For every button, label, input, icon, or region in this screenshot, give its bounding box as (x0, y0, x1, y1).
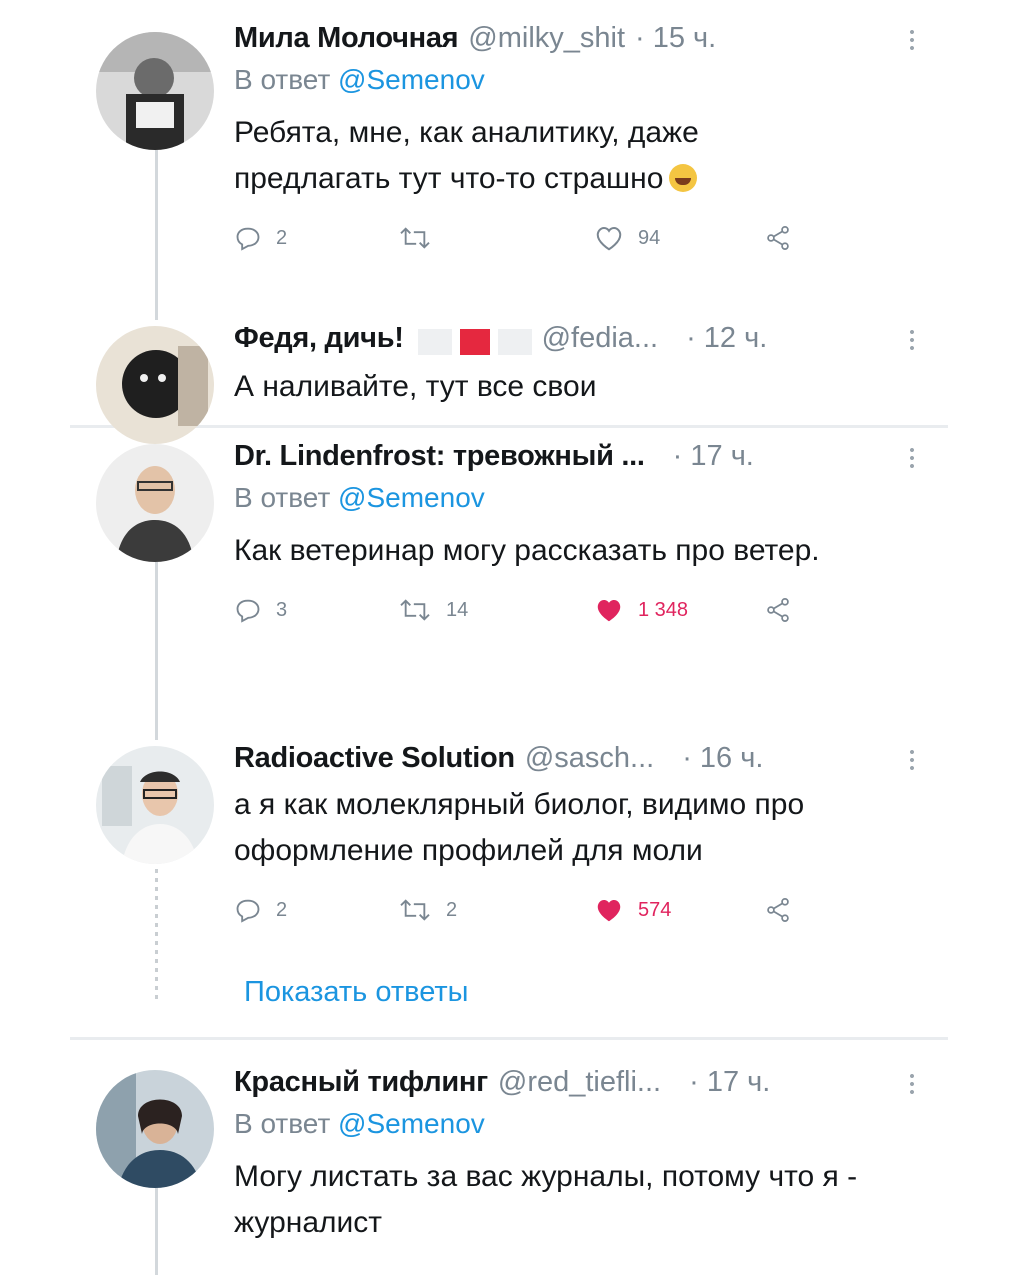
reply-icon (236, 227, 260, 251)
tweet[interactable]: Красный тифлинг @red_tiefli... · 17 ч. В… (96, 1066, 916, 1266)
reply-count: 3 (276, 598, 288, 621)
retweet-icon (400, 227, 430, 249)
reply-mention[interactable]: @Semenov (338, 1108, 485, 1139)
heart-icon (597, 900, 621, 922)
author-name[interactable]: Dr. Lindenfrost: тревожный ... (234, 440, 645, 473)
timestamp[interactable]: · 12 ч. (686, 322, 767, 355)
heart-icon (596, 226, 622, 251)
author-handle[interactable]: @sasch... (525, 742, 654, 775)
like-count: 574 (638, 898, 672, 921)
reply-button[interactable]: 3 (234, 596, 287, 624)
more-vertical-icon[interactable] (910, 1072, 914, 1096)
tweet-content: Radioactive Solution @sasch... · 16 ч. а… (234, 742, 916, 936)
show-replies-link[interactable]: Показать ответы (244, 976, 468, 1009)
retweet-count: 2 (446, 898, 458, 921)
like-count: 94 (638, 226, 661, 249)
tweet-actions: 2 94 (234, 224, 916, 264)
avatar[interactable] (96, 1070, 214, 1188)
more-vertical-icon[interactable] (910, 328, 914, 352)
share-icon (767, 598, 789, 622)
tweet-text-body: Ребята, мне, как аналитику, даже предлаг… (234, 116, 699, 195)
tweet-text: А наливайте, тут все свои (234, 370, 597, 403)
tweet-content: Красный тифлинг @red_tiefli... · 17 ч. В… (234, 1066, 916, 1246)
timestamp[interactable]: · 17 ч. (689, 1066, 770, 1099)
retweet-icon (400, 599, 430, 621)
face-with-tears-of-joy-icon (669, 164, 698, 192)
name-badges (417, 329, 532, 355)
tweet-actions: 2 2 574 (234, 896, 916, 936)
timestamp[interactable]: · 17 ч. (673, 440, 754, 473)
reply-label: В ответ (234, 64, 331, 95)
tweet-text: Как ветеринар могу рассказать про ветер. (234, 534, 820, 567)
tweet[interactable]: Федя, дичь! @fedia... · 12 ч. А наливайт… (96, 322, 916, 444)
reply-label: В ответ (234, 482, 331, 513)
tweet-actions: 3 14 1 348 (234, 596, 916, 636)
tweet[interactable]: Мила Молочная @milky_shit · 15 ч. В отве… (96, 22, 916, 312)
like-button[interactable]: 1 348 (594, 596, 688, 624)
avatar[interactable] (96, 444, 214, 562)
reply-label: В ответ (234, 1108, 331, 1139)
timestamp[interactable]: · 15 ч. (635, 22, 716, 55)
reply-icon (236, 599, 260, 623)
author-name[interactable]: Мила Молочная (234, 22, 459, 55)
tweet-content: Федя, дичь! @fedia... · 12 ч. А наливайт… (234, 322, 916, 410)
author-name[interactable]: Федя, дичь! (234, 322, 404, 355)
avatar[interactable] (96, 326, 214, 444)
avatar[interactable] (96, 746, 214, 864)
reply-context: В ответ @Semenov (234, 1108, 916, 1148)
like-count: 1 348 (638, 598, 689, 621)
retweet-button[interactable] (398, 224, 446, 252)
reply-count: 2 (276, 226, 288, 249)
like-button[interactable]: 574 (594, 896, 671, 924)
retweet-icon (400, 899, 430, 921)
share-button[interactable] (764, 224, 792, 252)
author-name[interactable]: Красный тифлинг (234, 1066, 488, 1099)
badge-red (459, 329, 490, 355)
avatar[interactable] (96, 32, 214, 150)
retweet-button[interactable]: 2 (398, 896, 457, 924)
reply-button[interactable]: 2 (234, 896, 287, 924)
tweet-text: а я как молеклярный биолог, видимо про о… (234, 788, 805, 867)
more-vertical-icon[interactable] (910, 748, 914, 772)
like-button[interactable]: 94 (594, 224, 660, 252)
reply-context: В ответ @Semenov (234, 64, 916, 104)
author-handle[interactable]: @fedia... (542, 322, 659, 355)
tweet-content: Мила Молочная @milky_shit · 15 ч. В отве… (234, 22, 916, 264)
timestamp[interactable]: · 16 ч. (682, 742, 763, 775)
tweet[interactable]: Dr. Lindenfrost: тревожный ... · 17 ч. В… (96, 440, 916, 710)
section-divider (70, 1037, 948, 1040)
share-icon (767, 898, 789, 922)
retweet-count: 14 (446, 598, 469, 621)
reply-mention[interactable]: @Semenov (338, 64, 485, 95)
share-icon (767, 226, 789, 250)
reply-icon (236, 899, 260, 923)
tweet[interactable]: Radioactive Solution @sasch... · 16 ч. а… (96, 742, 916, 962)
share-button[interactable] (764, 896, 792, 924)
author-handle[interactable]: @milky_shit (468, 22, 625, 55)
more-vertical-icon[interactable] (910, 28, 914, 52)
reply-context: В ответ @Semenov (234, 482, 916, 522)
heart-icon (597, 600, 621, 622)
reply-button[interactable]: 2 (234, 224, 287, 252)
badge-blank (497, 329, 532, 355)
reply-mention[interactable]: @Semenov (338, 482, 485, 513)
more-vertical-icon[interactable] (910, 446, 914, 470)
author-handle[interactable]: @red_tiefli... (498, 1066, 661, 1099)
tweet-content: Dr. Lindenfrost: тревожный ... · 17 ч. В… (234, 440, 916, 636)
reply-count: 2 (276, 898, 288, 921)
tweet-text: Могу листать за вас журналы, потому что … (234, 1160, 858, 1239)
author-name[interactable]: Radioactive Solution (234, 742, 515, 775)
share-button[interactable] (764, 596, 792, 624)
retweet-button[interactable]: 14 (398, 596, 468, 624)
tweet-text: Ребята, мне, как аналитику, даже предлаг… (234, 110, 834, 202)
badge-blank (417, 329, 452, 355)
section-divider (70, 425, 948, 428)
